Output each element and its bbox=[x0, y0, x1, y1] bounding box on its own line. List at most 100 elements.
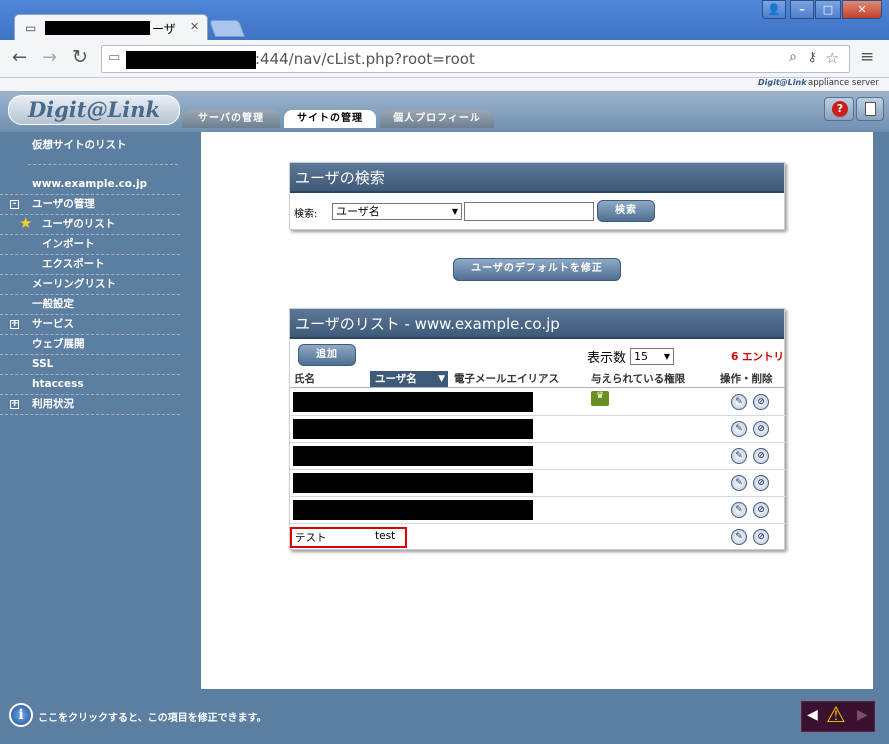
user-username: test bbox=[375, 530, 396, 542]
search-label: 検索: bbox=[294, 209, 318, 220]
footer-info-text: ここをクリックすると、この項目を修正できます。 bbox=[38, 713, 267, 724]
sidebar-item-label: 一般設定 bbox=[32, 298, 74, 310]
sidebar-item-label: ユーザの管理 bbox=[32, 198, 95, 210]
page-icon: ▭ bbox=[108, 50, 121, 65]
sidebar-item-label: サービス bbox=[32, 318, 74, 330]
sidebar-item-label: ユーザのリスト bbox=[42, 218, 116, 230]
minimize-button[interactable]: – bbox=[790, 0, 814, 19]
sidebar-item-label: 利用状況 bbox=[32, 398, 74, 410]
page-icon: ▭ bbox=[25, 21, 37, 35]
add-user-button[interactable]: 追加 bbox=[298, 344, 356, 366]
bookmark-star-icon[interactable]: ☆ bbox=[826, 49, 839, 67]
column-header-email-alias[interactable]: 電子メールエイリアス bbox=[454, 371, 559, 387]
sidebar-item-label: インポート bbox=[42, 238, 95, 250]
user-fullname: テスト bbox=[295, 532, 327, 544]
sidebar-item-site[interactable]: www.example.co.jp bbox=[0, 175, 180, 195]
per-page-select[interactable]: 15 ▼ bbox=[630, 348, 674, 365]
search-button[interactable]: 検索 bbox=[597, 200, 655, 222]
sidebar-item-import[interactable]: インポート bbox=[0, 235, 180, 255]
table-row: ✎ ⊘ bbox=[290, 497, 786, 524]
table-header: 氏名 ユーザ名 ▼ 電子メールエイリアス 与えられている権限 操作・削除 bbox=[290, 371, 786, 388]
logout-icon bbox=[865, 102, 876, 116]
table-row: ✎ ⊘ bbox=[290, 443, 786, 470]
per-page-value: 15 bbox=[634, 350, 648, 363]
redacted-user bbox=[293, 446, 533, 466]
edit-icon[interactable]: ✎ bbox=[731, 421, 747, 437]
delete-icon[interactable]: ⊘ bbox=[753, 421, 769, 437]
edit-icon[interactable]: ✎ bbox=[731, 475, 747, 491]
edit-icon[interactable]: ✎ bbox=[731, 394, 747, 410]
sidebar: 仮想サイトのリスト www.example.co.jp - ユーザの管理 ★ ユーザ… bbox=[0, 132, 200, 692]
search-panel: ユーザの検索 検索: ユーザ名 ▼ 検索 bbox=[289, 162, 785, 230]
redacted-user bbox=[293, 392, 533, 412]
expand-icon[interactable]: + bbox=[10, 320, 19, 329]
sidebar-item-general-settings[interactable]: 一般設定 bbox=[0, 295, 180, 315]
tab-site-management[interactable]: サイトの管理 bbox=[284, 110, 376, 128]
tab-server-management[interactable]: サーバの管理 bbox=[182, 110, 280, 128]
zoom-icon[interactable]: ⌕ bbox=[789, 49, 797, 65]
column-header-actions: 操作・削除 bbox=[720, 373, 773, 385]
column-header-username-sorted[interactable]: ユーザ名 ▼ bbox=[370, 371, 448, 387]
column-header-fullname[interactable]: 氏名 bbox=[294, 371, 315, 387]
table-row: テスト test ✎ ⊘ bbox=[290, 524, 786, 551]
small-logo: Digit@Link bbox=[758, 78, 807, 87]
sidebar-item-user-list[interactable]: ★ ユーザのリスト bbox=[0, 214, 180, 235]
edit-icon[interactable]: ✎ bbox=[731, 448, 747, 464]
delete-icon[interactable]: ⊘ bbox=[753, 529, 769, 545]
browser-tab[interactable]: ▭ ーザ ✕ bbox=[14, 14, 208, 42]
maximize-button[interactable]: □ bbox=[815, 0, 841, 19]
sidebar-item-virtual-sites[interactable]: 仮想サイトのリスト bbox=[0, 134, 180, 160]
next-arrow-icon[interactable]: ▶ bbox=[857, 707, 868, 723]
sidebar-item-usage[interactable]: + 利用状況 bbox=[0, 395, 180, 415]
sidebar-item-user-management[interactable]: - ユーザの管理 bbox=[0, 195, 180, 215]
sort-desc-icon: ▼ bbox=[438, 374, 445, 384]
delete-icon[interactable]: ⊘ bbox=[753, 448, 769, 464]
search-input[interactable] bbox=[464, 202, 594, 221]
menu-icon[interactable]: ≡ bbox=[860, 47, 874, 67]
sidebar-item-label: メーリングリスト bbox=[32, 278, 116, 290]
sidebar-item-htaccess[interactable]: htaccess bbox=[0, 375, 180, 395]
search-field-select[interactable]: ユーザ名 ▼ bbox=[332, 203, 462, 220]
reload-icon[interactable]: ↻ bbox=[72, 46, 88, 68]
collapse-icon[interactable]: - bbox=[10, 200, 19, 209]
search-field-value: ユーザ名 bbox=[336, 205, 380, 218]
edit-icon[interactable]: ✎ bbox=[731, 529, 747, 545]
redacted-user bbox=[293, 419, 533, 439]
sidebar-item-label: 仮想サイトのリスト bbox=[32, 139, 127, 151]
search-panel-title: ユーザの検索 bbox=[290, 163, 784, 193]
help-button[interactable]: ? bbox=[824, 97, 854, 121]
sidebar-item-mailing-list[interactable]: メーリングリスト bbox=[0, 275, 180, 295]
key-icon[interactable]: ⚷ bbox=[807, 50, 817, 65]
forward-icon[interactable]: → bbox=[42, 47, 57, 68]
address-bar[interactable]: ▭ ☆ ⚷ ⌕ bbox=[101, 45, 850, 73]
delete-icon[interactable]: ⊘ bbox=[753, 475, 769, 491]
sidebar-item-ssl[interactable]: SSL bbox=[0, 355, 180, 375]
per-page-label: 表示数 bbox=[587, 351, 627, 366]
new-tab-button[interactable] bbox=[208, 20, 246, 37]
chevron-down-icon: ▼ bbox=[663, 352, 670, 361]
sidebar-item-label: ウェブ展開 bbox=[32, 338, 85, 350]
sidebar-item-services[interactable]: + サービス bbox=[0, 315, 180, 335]
redacted-user bbox=[293, 500, 533, 520]
delete-icon[interactable]: ⊘ bbox=[753, 502, 769, 518]
close-window-button[interactable]: ✕ bbox=[842, 0, 882, 19]
admin-crown-icon: ♛ bbox=[591, 391, 609, 406]
entry-count: 6 エントリ bbox=[731, 351, 784, 363]
sidebar-item-export[interactable]: エクスポート bbox=[0, 255, 180, 275]
warning-icon[interactable]: ⚠ bbox=[826, 704, 846, 728]
tab-close-icon[interactable]: ✕ bbox=[190, 20, 199, 33]
table-row: ✎ ⊘ bbox=[290, 416, 786, 443]
expand-icon[interactable]: + bbox=[10, 400, 19, 409]
sidebar-item-web-deploy[interactable]: ウェブ展開 bbox=[0, 335, 180, 355]
edit-user-defaults-button[interactable]: ユーザのデフォルトを修正 bbox=[453, 258, 621, 281]
logout-button[interactable] bbox=[856, 97, 884, 121]
edit-icon[interactable]: ✎ bbox=[731, 502, 747, 518]
sidebar-item-label: htaccess bbox=[32, 378, 84, 390]
prev-arrow-icon[interactable]: ◀ bbox=[807, 707, 818, 723]
redacted-host bbox=[126, 51, 256, 69]
tab-personal-profile[interactable]: 個人プロフィール bbox=[380, 110, 494, 128]
url-text: :444/nav/cList.php?root=root bbox=[255, 50, 475, 68]
delete-icon[interactable]: ⊘ bbox=[753, 394, 769, 410]
profile-icon[interactable]: 👤 bbox=[762, 0, 786, 19]
back-icon[interactable]: ← bbox=[12, 47, 27, 68]
